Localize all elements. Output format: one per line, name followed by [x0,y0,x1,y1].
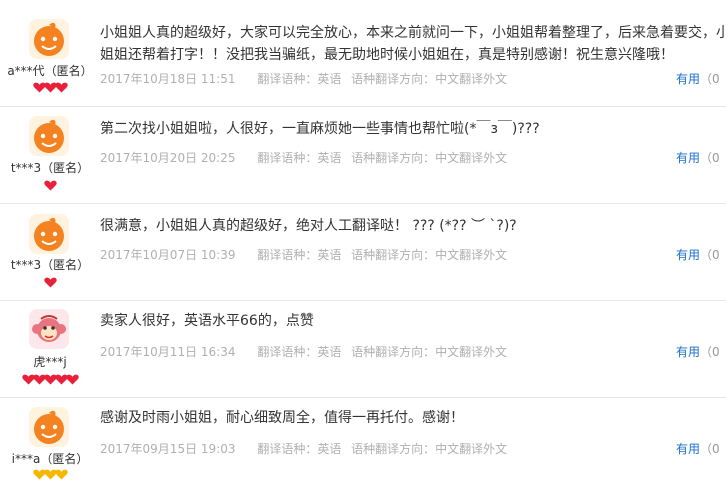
helpful-count: （0 [700,72,720,86]
review-date: 2017年10月11日 16:34 [100,345,236,359]
heart-icon [54,469,68,480]
username: a***代（匿名） [7,64,93,78]
review-item: i***a（匿名） 感谢及时雨小姐姐，耐心细致周全，值得一再托付。感谢！ 201… [0,397,726,480]
username: t***3（匿名） [10,258,90,272]
review-item: t***3（匿名） 第二次找小姐姐啦，人很好，一直麻烦她一些事情也帮忙啦(*￣з… [0,106,726,204]
helpful-count: （0 [700,345,720,359]
translation-direction: 语种翻译方向：中文翻译外文 [351,345,508,359]
review-item: t***3（匿名） 很满意，小姐姐人真的超级好，绝对人工翻译哒！ ??? (*?… [0,203,726,301]
reputation-hearts [0,180,100,191]
orange-face-icon [29,214,69,254]
translation-direction: 语种翻译方向：中文翻译外文 [351,248,508,262]
heart-icon [65,374,79,385]
avatar[interactable] [29,19,69,59]
avatar[interactable] [29,407,69,447]
helpful-button[interactable]: 有用（0 [676,440,720,457]
helpful-button[interactable]: 有用（0 [676,343,720,360]
avatar[interactable] [29,309,69,349]
review-text: 第二次找小姐姐啦，人很好，一直麻烦她一些事情也帮忙啦(*￣з￣)??? [100,121,540,137]
translation-direction: 语种翻译方向：中文翻译外文 [351,442,508,456]
heart-icon [43,180,57,191]
review-date: 2017年09月15日 19:03 [100,442,236,456]
username: t***3（匿名） [10,161,90,175]
translation-language: 翻译语种：英语 [257,248,342,262]
username: 虎***j [33,355,67,369]
review-meta: 2017年10月11日 16:34 翻译语种：英语 语种翻译方向：中文翻译外文 [100,343,513,360]
review-meta: 2017年10月18日 11:51 翻译语种：英语 语种翻译方向：中文翻译外文 [100,70,513,87]
review-meta: 2017年10月20日 20:25 翻译语种：英语 语种翻译方向：中文翻译外文 [100,149,513,166]
heart-icon [54,82,68,93]
orange-face-icon [29,19,69,59]
reputation-hearts [0,82,100,93]
review-date: 2017年10月20日 20:25 [100,151,236,165]
helpful-button[interactable]: 有用（0 [676,149,720,166]
review-meta: 2017年09月15日 19:03 翻译语种：英语 语种翻译方向：中文翻译外文 [100,440,513,457]
review-text: 感谢及时雨小姐姐，耐心细致周全，值得一再托付。感谢！ [100,410,464,426]
translation-direction: 语种翻译方向：中文翻译外文 [351,72,508,86]
helpful-button[interactable]: 有用（0 [676,246,720,263]
review-date: 2017年10月07日 10:39 [100,248,236,262]
helpful-count: （0 [700,151,720,165]
reputation-hearts [0,374,100,385]
reputation-crowns [0,469,100,480]
avatar[interactable] [29,214,69,254]
translation-language: 翻译语种：英语 [257,442,342,456]
helpful-count: （0 [700,442,720,456]
heart-icon [43,277,57,288]
username: i***a（匿名） [11,452,89,466]
orange-face-icon [29,116,69,156]
helpful-count: （0 [700,248,720,262]
review-text: 卖家人很好，英语水平66的，点赞 [100,313,314,329]
translation-language: 翻译语种：英语 [257,72,342,86]
review-meta: 2017年10月07日 10:39 翻译语种：英语 语种翻译方向：中文翻译外文 [100,246,513,263]
review-text: 小姐姐人真的超级好，大家可以完全放心，本来之前就问一下，小姐姐帮着整理了，后来急… [100,25,726,63]
orange-face-icon [29,407,69,447]
review-item: 虎***j 卖家人很好，英语水平66的，点赞 2017年10月11日 16:34… [0,300,726,398]
review-date: 2017年10月18日 11:51 [100,72,236,86]
translation-language: 翻译语种：英语 [257,151,342,165]
cartoon-monkey-icon [29,309,69,349]
translation-direction: 语种翻译方向：中文翻译外文 [351,151,508,165]
helpful-button[interactable]: 有用（0 [676,70,720,87]
translation-language: 翻译语种：英语 [257,345,342,359]
avatar[interactable] [29,116,69,156]
reputation-hearts [0,277,100,288]
review-text: 很满意，小姐姐人真的超级好，绝对人工翻译哒！ ??? (*?? ︶ `?)? [100,218,517,234]
review-item: a***代（匿名） 小姐姐人真的超级好，大家可以完全放心，本来之前就问一下，小姐… [0,0,726,107]
